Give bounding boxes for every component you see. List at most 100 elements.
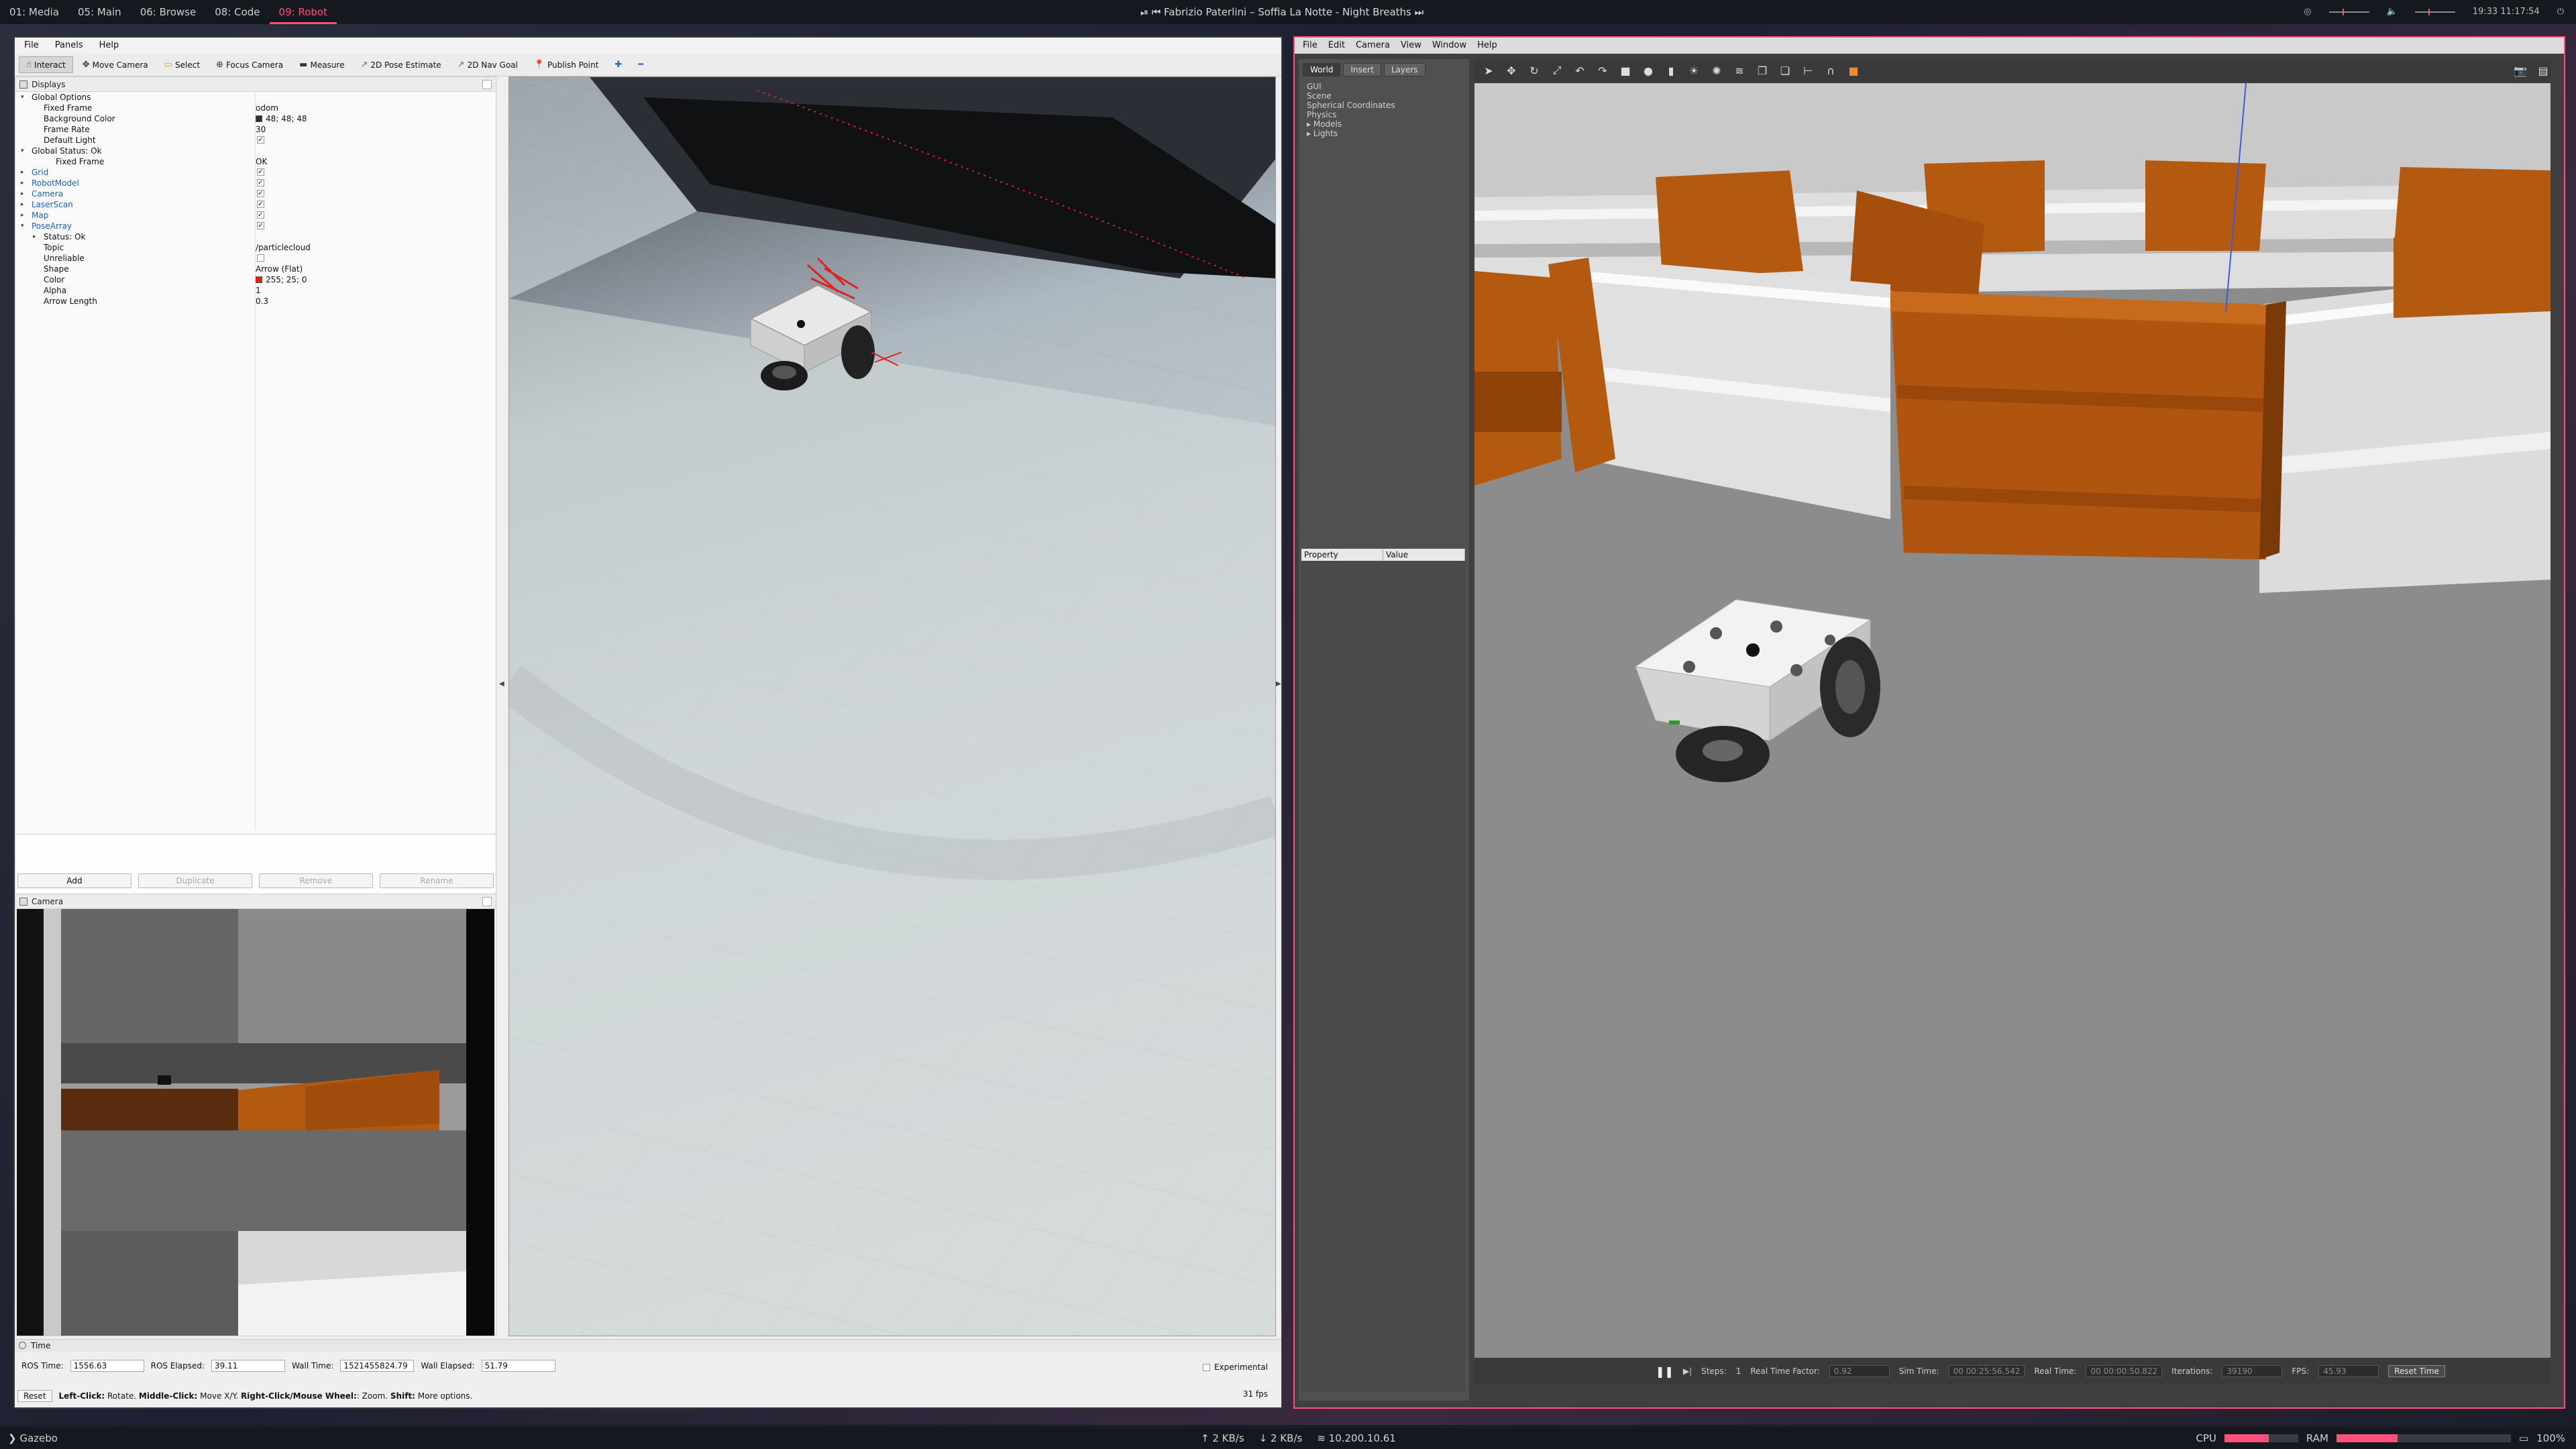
workspace-8[interactable]: 08: Code <box>205 0 269 24</box>
tree-row[interactable]: Unreliable <box>15 253 496 264</box>
enable-checkbox[interactable] <box>257 254 264 262</box>
tree-row[interactable]: Alpha 1 <box>15 285 496 296</box>
gz-menu-camera[interactable]: Camera <box>1350 38 1395 54</box>
tree-value[interactable]: 1 <box>256 285 261 296</box>
cylinder-icon[interactable]: ▮ <box>1664 64 1678 77</box>
focus-camera-tool[interactable]: ⊕ Focus Camera <box>209 57 290 72</box>
tree-row[interactable]: Fixed Frame odom <box>15 103 496 113</box>
nav-goal-tool[interactable]: ↗ 2D Nav Goal <box>451 57 525 72</box>
copy-icon[interactable]: ❐ <box>1755 64 1770 77</box>
camera-image[interactable] <box>17 909 494 1336</box>
select-mode-icon[interactable]: ➤ <box>1481 64 1496 77</box>
tree-value[interactable]: OK <box>256 156 267 167</box>
view-angle-icon[interactable]: ■ <box>1846 64 1861 77</box>
translate-mode-icon[interactable]: ✥ <box>1504 64 1519 77</box>
ros-time-field[interactable]: 1556.63 <box>70 1360 144 1372</box>
menu-file[interactable]: File <box>19 38 44 54</box>
enable-checkbox[interactable]: ✓ <box>257 201 264 208</box>
rotate-mode-icon[interactable]: ↻ <box>1527 64 1542 77</box>
add-tool-button[interactable]: ✚ <box>608 57 629 72</box>
workspace-9[interactable]: 09: Robot <box>269 0 337 24</box>
select-tool[interactable]: ▭ Select <box>158 57 207 72</box>
tree-item-spherical[interactable]: Spherical Coordinates <box>1307 101 1395 110</box>
expand-caret-icon[interactable]: ▾ <box>21 221 24 231</box>
tab-layers[interactable]: Layers <box>1383 63 1426 76</box>
menu-panels[interactable]: Panels <box>50 38 89 54</box>
tree-row[interactable]: Fixed Frame OK <box>15 156 496 167</box>
tab-insert[interactable]: Insert <box>1343 63 1381 76</box>
tree-item-scene[interactable]: Scene <box>1307 91 1395 101</box>
experimental-checkbox[interactable] <box>1202 1363 1210 1371</box>
remove-button[interactable]: Remove <box>259 873 373 888</box>
pose-estimate-tool[interactable]: ↗ 2D Pose Estimate <box>354 57 447 72</box>
tree-item-physics[interactable]: Physics <box>1307 110 1395 119</box>
move-camera-tool[interactable]: ✥ Move Camera <box>76 57 155 72</box>
sphere-icon[interactable]: ● <box>1641 64 1656 77</box>
tree-row[interactable]: Arrow Length 0.3 <box>15 296 496 307</box>
enable-checkbox[interactable]: ✓ <box>257 168 264 176</box>
volume-icon[interactable]: 🔈 <box>2387 0 2398 24</box>
menu-help[interactable]: Help <box>94 38 125 54</box>
tree-row[interactable]: ▸ Grid ✓ <box>15 167 496 178</box>
expand-caret-icon[interactable]: ▸ <box>21 210 24 221</box>
expand-caret-icon[interactable]: ▸ <box>21 178 24 189</box>
tree-item-models[interactable]: ▸ Models <box>1307 119 1395 129</box>
next-track-icon[interactable]: ⏭ <box>1415 6 1424 18</box>
gz-menu-edit[interactable]: Edit <box>1323 38 1350 54</box>
rviz-3d-view[interactable] <box>508 76 1276 1336</box>
enable-checkbox[interactable]: ✓ <box>257 211 264 219</box>
paste-icon[interactable]: ❏ <box>1778 64 1792 77</box>
panel-close-button[interactable] <box>482 80 492 89</box>
tree-row[interactable]: ▾ Global Status: Ok <box>15 146 496 156</box>
tree-value[interactable]: 0.3 <box>256 296 268 307</box>
brightness-slider[interactable] <box>2328 9 2369 15</box>
expand-caret-icon[interactable]: ▸ <box>33 231 36 242</box>
log-icon[interactable]: ▤ <box>2536 64 2551 77</box>
publish-point-tool[interactable]: 📍 Publish Point <box>527 57 606 72</box>
tree-row[interactable]: ▸ RobotModel ✓ <box>15 178 496 189</box>
volume-slider[interactable] <box>2414 9 2455 15</box>
pause-icon[interactable]: ❚❚ <box>1656 1365 1674 1378</box>
steps-value[interactable]: 1 <box>1736 1366 1741 1376</box>
rename-button[interactable]: Rename <box>380 873 494 888</box>
tree-value[interactable]: /particlecloud <box>256 242 311 253</box>
expand-caret-icon[interactable]: ▸ <box>21 199 24 210</box>
snap-icon[interactable]: ∩ <box>1823 64 1838 77</box>
tree-row[interactable]: ▸ Map ✓ <box>15 210 496 221</box>
undo-icon[interactable]: ↶ <box>1572 64 1587 77</box>
tree-row[interactable]: ▾ PoseArray ✓ <box>15 221 496 231</box>
screenshot-icon[interactable]: 📷 <box>2513 64 2528 77</box>
tree-value[interactable]: 48; 48; 48 <box>256 113 307 124</box>
tree-value[interactable]: 255; 25; 0 <box>256 274 307 285</box>
enable-checkbox[interactable]: ✓ <box>257 222 264 229</box>
tree-row[interactable]: ▸ LaserScan ✓ <box>15 199 496 210</box>
remove-tool-button[interactable]: ━ <box>631 57 650 72</box>
collapse-left-arrow[interactable]: ◀ <box>499 680 504 688</box>
tree-row[interactable]: Shape Arrow (Flat) <box>15 264 496 274</box>
gz-menu-help[interactable]: Help <box>1472 38 1503 54</box>
step-icon[interactable]: ▶| <box>1683 1366 1692 1376</box>
interact-tool[interactable]: ☝ Interact <box>19 56 73 73</box>
measure-tool[interactable]: ▬ Measure <box>292 57 351 72</box>
camera-close-button[interactable] <box>482 897 492 906</box>
directional-light-icon[interactable]: ≋ <box>1732 64 1747 77</box>
tree-row[interactable]: ▸ Status: Ok <box>15 231 496 242</box>
tab-world[interactable]: World <box>1303 63 1341 76</box>
box-icon[interactable]: ■ <box>1618 64 1633 77</box>
workspace-5[interactable]: 05: Main <box>68 0 131 24</box>
gz-menu-view[interactable]: View <box>1395 38 1427 54</box>
expand-caret-icon[interactable]: ▾ <box>21 146 24 156</box>
duplicate-button[interactable]: Duplicate <box>138 873 252 888</box>
enable-checkbox[interactable]: ✓ <box>257 190 264 197</box>
gz-menu-window[interactable]: Window <box>1427 38 1472 54</box>
tree-row[interactable]: Frame Rate 30 <box>15 124 496 135</box>
expand-caret-icon[interactable]: ▾ <box>21 92 24 103</box>
music-icon[interactable]: ⏯ ⏮ <box>1140 6 1164 18</box>
collapse-right-arrow[interactable]: ▶ <box>1276 680 1281 688</box>
reset-button[interactable]: Reset <box>17 1390 52 1402</box>
tree-row[interactable]: Default Light ✓ <box>15 135 496 146</box>
tree-value[interactable]: odom <box>256 103 278 113</box>
align-icon[interactable]: ⊢ <box>1801 64 1815 77</box>
enable-checkbox[interactable]: ✓ <box>257 136 264 144</box>
redo-icon[interactable]: ↷ <box>1595 64 1610 77</box>
